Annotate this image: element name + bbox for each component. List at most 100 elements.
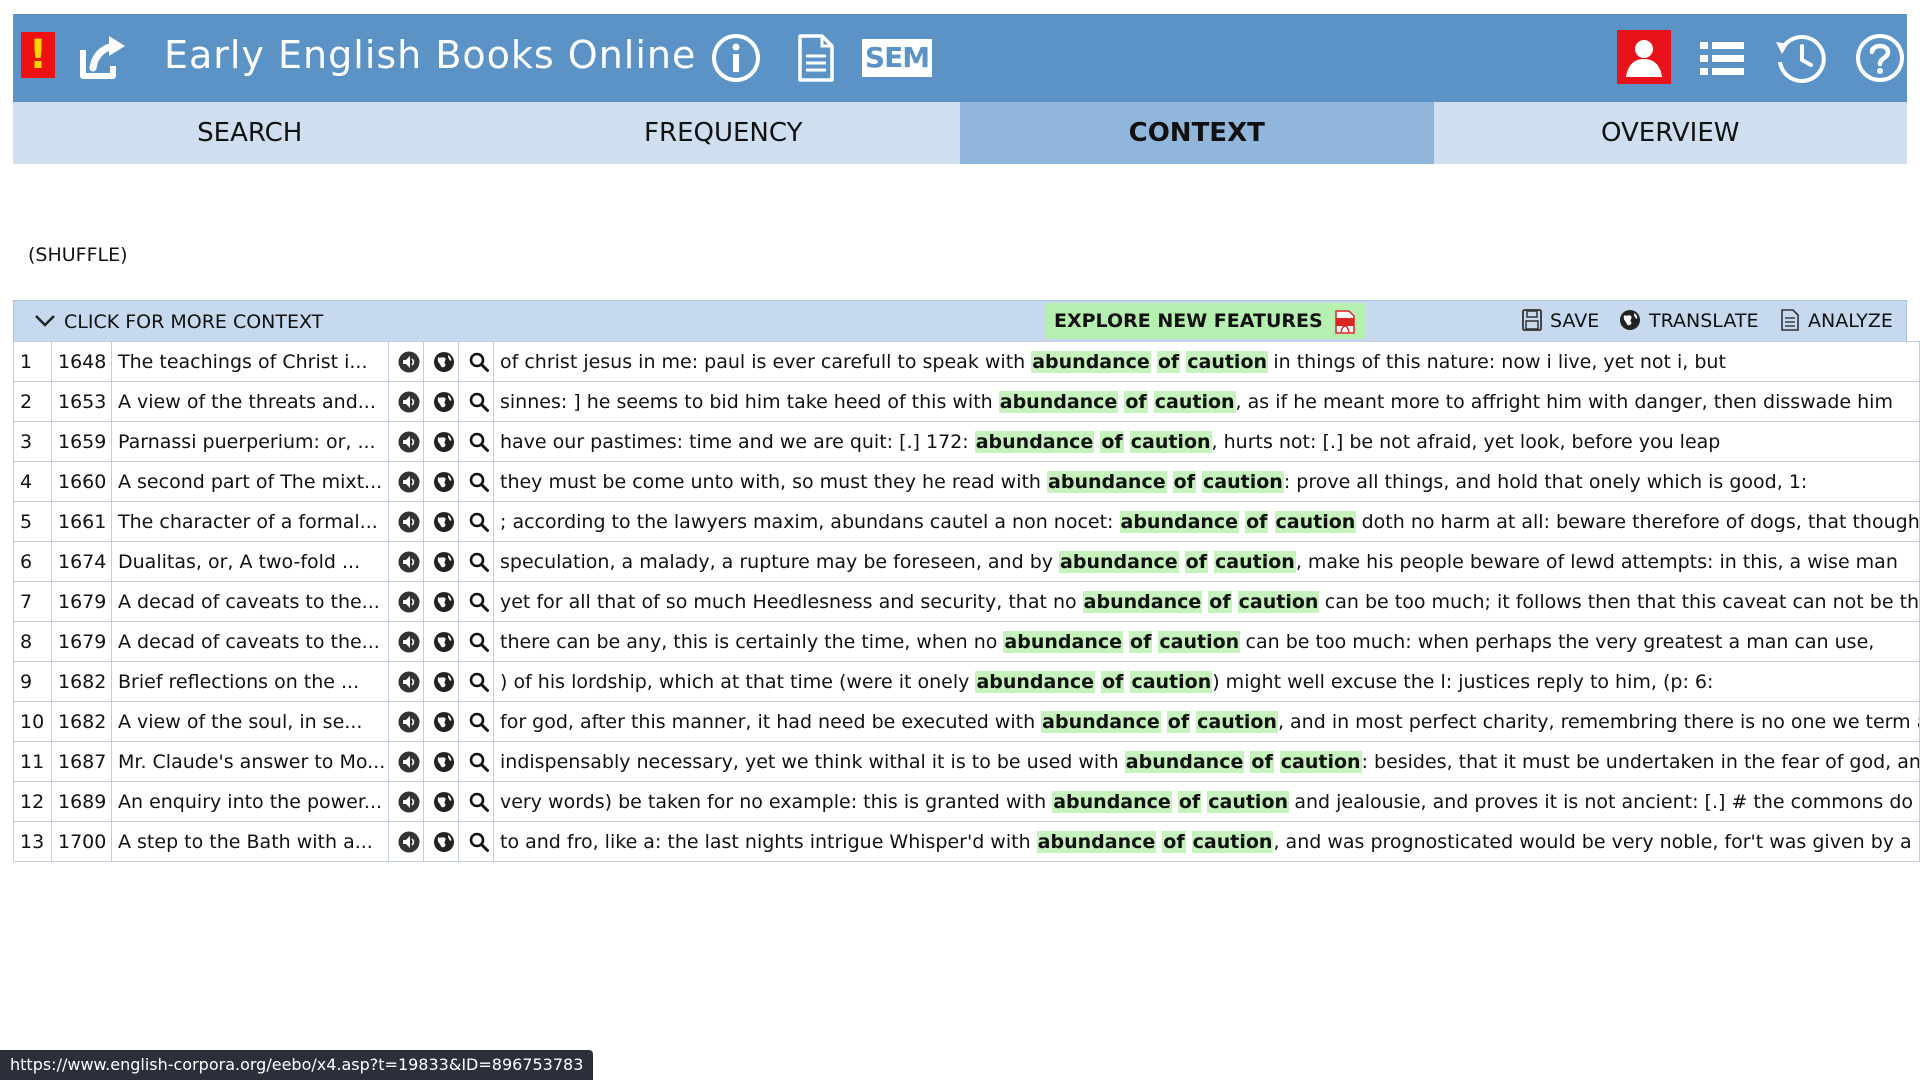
keyword-highlight[interactable]: caution — [1186, 350, 1269, 373]
app-title[interactable]: Early English Books Online — [164, 32, 696, 78]
search-icon[interactable] — [468, 471, 490, 493]
row-title[interactable]: A view of the soul, in se... — [111, 701, 389, 742]
search-icon[interactable] — [468, 591, 490, 613]
speaker-icon[interactable] — [398, 591, 420, 613]
tab-context[interactable]: CONTEXT — [960, 102, 1434, 164]
keyword-highlight[interactable]: of — [1208, 590, 1232, 613]
speaker-icon[interactable] — [398, 791, 420, 813]
row-title[interactable]: A decad of caveats to the... — [111, 621, 389, 662]
globe-icon[interactable] — [433, 431, 455, 453]
sem-icon[interactable]: SEM — [862, 39, 932, 77]
speaker-icon[interactable] — [398, 671, 420, 693]
keyword-highlight[interactable]: abundance — [1059, 550, 1179, 573]
keyword-highlight[interactable]: of — [1129, 630, 1153, 653]
row-title[interactable]: Parnassi puerperium: or, ... — [111, 421, 389, 462]
keyword-highlight[interactable]: abundance — [975, 670, 1096, 693]
row-title[interactable]: The character of a formal... — [111, 501, 389, 542]
globe-icon[interactable] — [433, 551, 455, 573]
row-title[interactable]: Mr. Claude's answer to Mo... — [111, 741, 389, 782]
keyword-highlight[interactable]: of — [1100, 430, 1124, 453]
globe-icon[interactable] — [433, 471, 455, 493]
keyword-highlight[interactable]: abundance — [998, 390, 1119, 413]
keyword-highlight[interactable]: caution — [1130, 670, 1213, 693]
keyword-highlight[interactable]: of — [1245, 510, 1269, 533]
search-icon[interactable] — [468, 391, 490, 413]
keyword-highlight[interactable]: abundance — [1036, 830, 1157, 853]
keyword-highlight[interactable]: caution — [1191, 830, 1274, 853]
help-icon[interactable] — [1854, 32, 1906, 84]
keyword-highlight[interactable]: of — [1166, 710, 1191, 733]
keyword-highlight[interactable]: of — [1172, 470, 1196, 493]
globe-icon[interactable] — [433, 751, 455, 773]
search-icon[interactable] — [468, 351, 490, 373]
document-icon[interactable] — [790, 32, 842, 84]
globe-icon[interactable] — [433, 591, 455, 613]
keyword-highlight[interactable]: abundance — [1041, 710, 1161, 733]
row-title[interactable]: A decad of caveats to the... — [111, 581, 389, 622]
keyword-highlight[interactable]: abundance — [1082, 590, 1203, 613]
row-title[interactable]: A step to the Bath with a... — [111, 821, 389, 862]
keyword-highlight[interactable]: abundance — [1003, 630, 1123, 653]
speaker-icon[interactable] — [398, 431, 420, 453]
globe-icon[interactable] — [433, 711, 455, 733]
keyword-highlight[interactable]: abundance — [1047, 470, 1167, 493]
search-icon[interactable] — [468, 711, 490, 733]
tab-search[interactable]: SEARCH — [13, 102, 487, 164]
keyword-highlight[interactable]: caution — [1158, 630, 1241, 653]
speaker-icon[interactable] — [398, 551, 420, 573]
search-icon[interactable] — [468, 511, 490, 533]
shuffle-link[interactable]: (SHUFFLE) — [28, 244, 128, 266]
row-title[interactable]: A second part of The mixt... — [111, 461, 389, 502]
keyword-highlight[interactable]: of — [1101, 670, 1125, 693]
speaker-icon[interactable] — [398, 751, 420, 773]
speaker-icon[interactable] — [398, 391, 420, 413]
search-icon[interactable] — [468, 631, 490, 653]
globe-icon[interactable] — [433, 631, 455, 653]
keyword-highlight[interactable]: caution — [1207, 790, 1290, 813]
keyword-highlight[interactable]: caution — [1279, 750, 1362, 773]
keyword-highlight[interactable]: abundance — [1031, 350, 1151, 373]
search-icon[interactable] — [468, 431, 490, 453]
keyword-highlight[interactable]: of — [1184, 550, 1208, 573]
external-link-icon[interactable] — [77, 30, 129, 82]
keyword-highlight[interactable]: of — [1156, 350, 1181, 373]
keyword-highlight[interactable]: caution — [1274, 510, 1357, 533]
search-icon[interactable] — [468, 791, 490, 813]
search-icon[interactable] — [468, 671, 490, 693]
globe-icon[interactable] — [433, 671, 455, 693]
keyword-highlight[interactable]: of — [1162, 830, 1186, 853]
row-title[interactable]: A view of the threats and... — [111, 381, 389, 422]
info-icon[interactable] — [710, 32, 762, 84]
explore-new-features-button[interactable]: EXPLORE NEW FEATURES — [1046, 303, 1366, 339]
tab-frequency[interactable]: FREQUENCY — [486, 102, 960, 164]
search-icon[interactable] — [468, 551, 490, 573]
speaker-icon[interactable] — [398, 631, 420, 653]
speaker-icon[interactable] — [398, 471, 420, 493]
tab-overview[interactable]: OVERVIEW — [1433, 102, 1907, 164]
keyword-highlight[interactable]: abundance — [1052, 790, 1172, 813]
keyword-highlight[interactable]: of — [1124, 390, 1148, 413]
globe-icon[interactable] — [433, 391, 455, 413]
search-icon[interactable] — [468, 831, 490, 853]
keyword-highlight[interactable]: caution — [1202, 470, 1284, 493]
keyword-highlight[interactable]: caution — [1153, 390, 1236, 413]
row-title[interactable]: Dualitas, or, A two-fold ... — [111, 541, 389, 582]
globe-icon[interactable] — [433, 831, 455, 853]
globe-icon[interactable] — [433, 791, 455, 813]
keyword-highlight[interactable]: caution — [1196, 710, 1278, 733]
speaker-icon[interactable] — [398, 711, 420, 733]
keyword-highlight[interactable]: abundance — [1119, 510, 1240, 533]
history-icon[interactable] — [1774, 32, 1826, 84]
list-icon[interactable] — [1696, 32, 1748, 84]
translate-button[interactable]: TRANSLATE — [1619, 301, 1758, 341]
keyword-highlight[interactable]: caution — [1129, 430, 1212, 453]
keyword-highlight[interactable]: abundance — [1124, 750, 1245, 773]
more-context-button[interactable]: CLICK FOR MORE CONTEXT — [34, 301, 323, 341]
globe-icon[interactable] — [433, 351, 455, 373]
speaker-icon[interactable] — [398, 831, 420, 853]
search-icon[interactable] — [468, 751, 490, 773]
analyze-button[interactable]: ANALYZE — [1780, 301, 1893, 341]
save-button[interactable]: SAVE — [1522, 301, 1599, 341]
globe-icon[interactable] — [433, 511, 455, 533]
alert-icon[interactable]: ! — [21, 32, 55, 78]
